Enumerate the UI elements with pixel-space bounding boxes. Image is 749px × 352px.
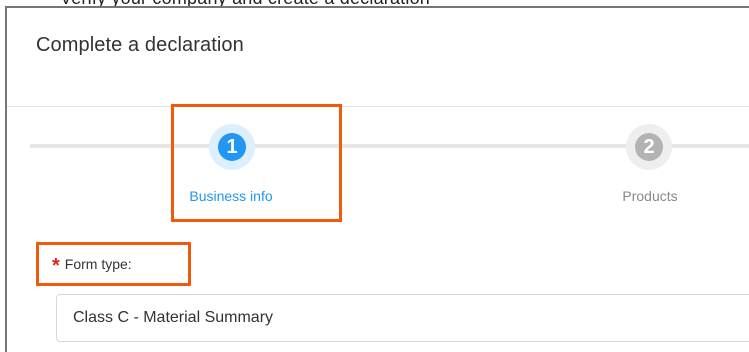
step-2-label[interactable]: Products	[596, 188, 704, 204]
page: Verify your company and create a declara…	[0, 0, 749, 352]
form-type-select-value: Class C - Material Summary	[73, 309, 274, 326]
dialog-title: Complete a declaration	[36, 34, 244, 56]
dialog-header: Complete a declaration	[7, 8, 749, 107]
highlight-box-step-1	[171, 104, 342, 222]
form-type-select[interactable]: Class C - Material Summary	[56, 294, 749, 342]
highlight-box-form-type	[36, 242, 191, 286]
step-2-circle[interactable]: 2	[635, 133, 663, 161]
